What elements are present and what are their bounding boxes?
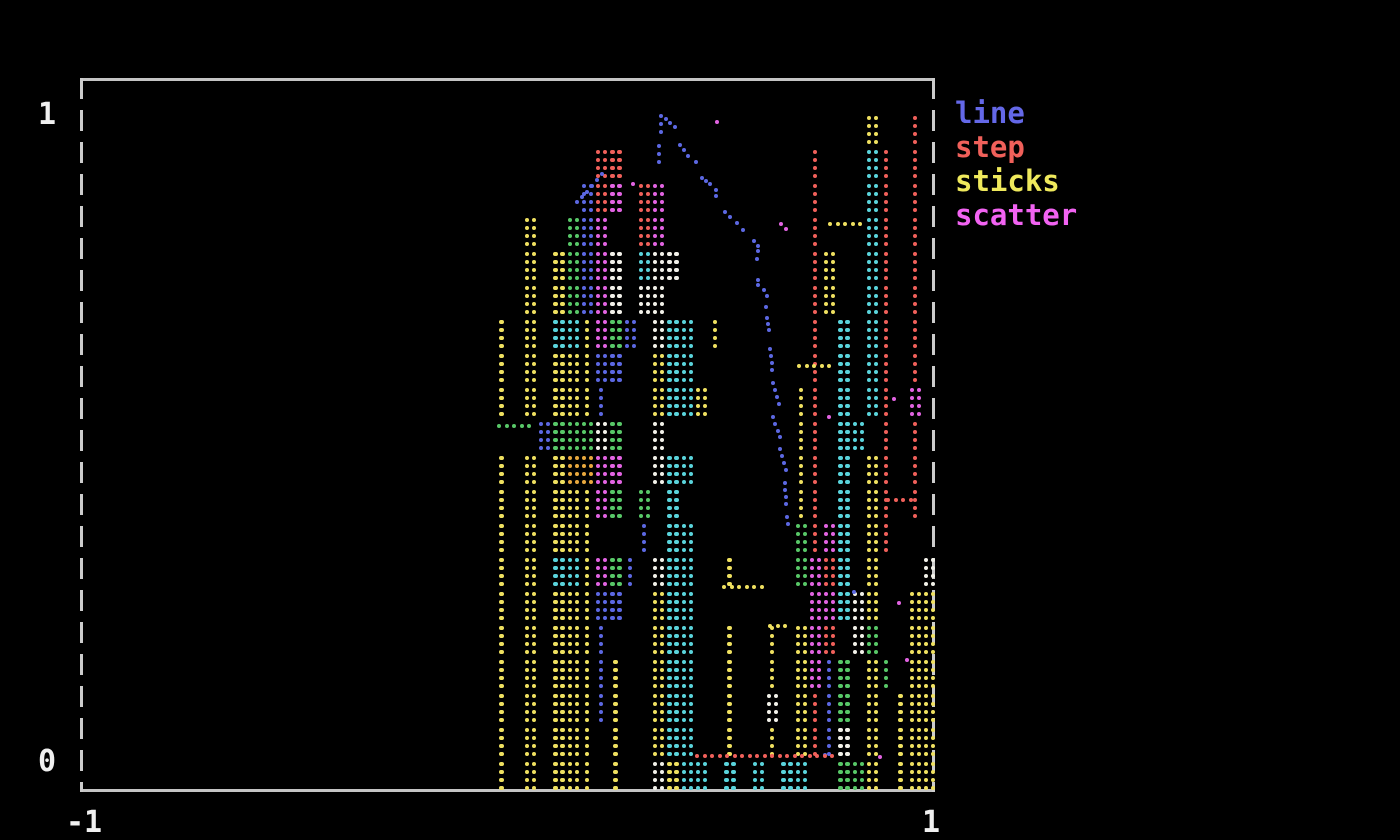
y-axis-tick-label-top: 1 (38, 98, 56, 132)
terminal-plot-screen: 1 0 -1 1 linestepsticksscatter (0, 0, 1400, 840)
plot-dot-field (0, 0, 1400, 840)
x-axis-tick-label-right: 1 (922, 806, 940, 840)
legend-item-sticks: sticks (955, 164, 1077, 198)
legend-item-step: step (955, 130, 1077, 164)
y-axis-tick-label-bottom: 0 (38, 745, 56, 779)
legend: linestepsticksscatter (955, 96, 1077, 232)
x-axis-tick-label-left: -1 (66, 806, 102, 840)
legend-item-scatter: scatter (955, 198, 1077, 232)
legend-item-line: line (955, 96, 1077, 130)
